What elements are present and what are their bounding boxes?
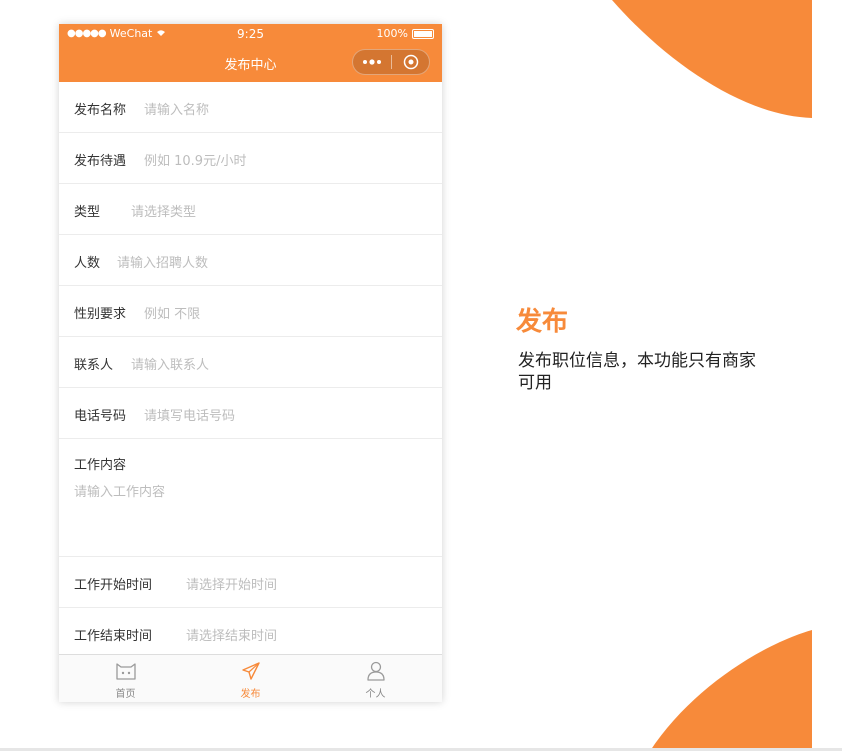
field-label: 电话号码 — [74, 409, 127, 424]
field-label: 发布名称 — [74, 103, 127, 118]
gender-input[interactable]: 例如 不限 — [144, 303, 200, 322]
phone-input[interactable]: 请填写电话号码 — [144, 405, 235, 424]
mini-program-capsule — [352, 49, 430, 75]
field-label: 联系人 — [74, 358, 114, 373]
tab-label: 个人 — [365, 689, 386, 700]
field-work-content[interactable]: 工作内容 请输入工作内容 — [59, 439, 442, 557]
tab-profile[interactable]: 个人 — [312, 655, 439, 702]
status-bar: ●●●●● WeChat 9:25 100% — [59, 24, 442, 44]
nav-bar: 发布中心 — [59, 44, 442, 82]
field-label: 性别要求 — [74, 307, 127, 322]
cat-home-icon — [115, 663, 136, 680]
field-label: 工作结束时间 — [74, 629, 153, 644]
field-salary[interactable]: 发布待遇 例如 10.9元/小时 — [59, 133, 442, 184]
salary-input[interactable]: 例如 10.9元/小时 — [144, 150, 246, 169]
type-select[interactable]: 请选择类型 — [131, 201, 196, 220]
top-right-swoosh — [612, 0, 812, 118]
page: ●●●●● WeChat 9:25 100% 发布中心 发布名称 请输入名称 发… — [0, 0, 842, 751]
tab-bar: 首页 发布 个人 — [59, 654, 442, 702]
tab-label: 发布 — [240, 689, 261, 700]
more-dots-icon — [363, 59, 381, 65]
phone-screen: ●●●●● WeChat 9:25 100% 发布中心 发布名称 请输入名称 发… — [59, 24, 442, 702]
field-publish-name[interactable]: 发布名称 请输入名称 — [59, 82, 442, 133]
more-button[interactable] — [353, 50, 391, 74]
field-label: 工作开始时间 — [74, 578, 153, 593]
field-label: 类型 — [74, 205, 101, 220]
field-start-time[interactable]: 工作开始时间 请选择开始时间 — [59, 557, 442, 608]
user-icon — [366, 661, 385, 681]
start-time-picker[interactable]: 请选择开始时间 — [186, 574, 277, 593]
field-headcount[interactable]: 人数 请输入招聘人数 — [59, 235, 442, 286]
field-label: 发布待遇 — [74, 154, 127, 169]
work-content-textarea[interactable]: 请输入工作内容 — [74, 481, 165, 500]
field-phone[interactable]: 电话号码 请填写电话号码 — [59, 388, 442, 439]
feature-description: 发布职位信息，本功能只有商家可用 — [518, 351, 756, 393]
field-label: 工作内容 — [74, 458, 127, 473]
close-mini-program-button[interactable] — [392, 50, 430, 74]
target-close-icon — [403, 54, 419, 70]
field-contact[interactable]: 联系人 请输入联系人 — [59, 337, 442, 388]
battery-icon — [412, 28, 434, 39]
contact-input[interactable]: 请输入联系人 — [131, 354, 209, 373]
field-label: 人数 — [74, 256, 101, 271]
tab-publish[interactable]: 发布 — [187, 655, 314, 702]
battery-percent: 100% — [376, 27, 408, 40]
field-type[interactable]: 类型 请选择类型 — [59, 184, 442, 235]
field-end-time[interactable]: 工作结束时间 请选择结束时间 — [59, 608, 442, 659]
publish-form: 发布名称 请输入名称 发布待遇 例如 10.9元/小时 类型 请选择类型 人数 … — [59, 82, 442, 659]
tab-home[interactable]: 首页 — [62, 655, 189, 702]
status-right: 100% — [377, 27, 434, 40]
tab-label: 首页 — [115, 689, 136, 700]
field-gender[interactable]: 性别要求 例如 不限 — [59, 286, 442, 337]
headcount-input[interactable]: 请输入招聘人数 — [117, 252, 208, 271]
name-input[interactable]: 请输入名称 — [144, 99, 209, 118]
bottom-right-swoosh — [650, 630, 812, 751]
end-time-picker[interactable]: 请选择结束时间 — [186, 625, 277, 644]
paper-plane-icon — [241, 662, 260, 680]
feature-title: 发布 — [516, 307, 569, 337]
